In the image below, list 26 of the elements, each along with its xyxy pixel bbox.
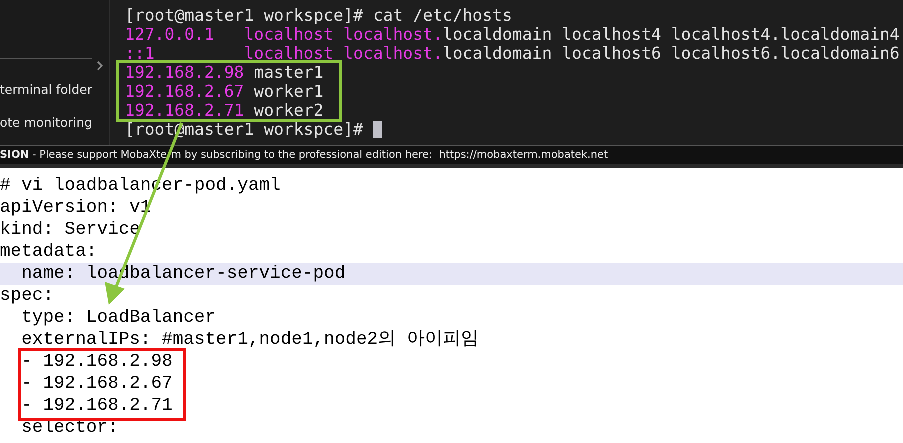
terminal-text: [root@master1 workspce]# cat /etc/hosts bbox=[125, 6, 512, 25]
terminal-text: 127.0.0.1 localhost localhost. bbox=[125, 25, 443, 44]
terminal-text: master1 bbox=[253, 63, 324, 82]
terminal-text: worker2 bbox=[253, 101, 324, 120]
terminal-text: worker1 bbox=[253, 82, 324, 101]
terminal-text: 192.168.2.98 bbox=[125, 63, 244, 82]
code-line: - 192.168.2.67 bbox=[20, 374, 173, 394]
code-line: - 192.168.2.71 bbox=[20, 396, 173, 416]
code-line: - 192.168.2.98 bbox=[20, 352, 173, 372]
terminal-text: 192.168.2.71 bbox=[125, 101, 244, 120]
edition-label: SION bbox=[0, 148, 30, 163]
chevron-right-icon[interactable] bbox=[96, 61, 104, 71]
terminal-text: ::1 localhost localhost. bbox=[125, 44, 443, 63]
status-link[interactable]: https://mobaxterm.mobatek.net bbox=[439, 146, 608, 164]
terminal-text: localdomain localhost4 localhost4.localdomain4 bbox=[442, 25, 900, 44]
code-line: type: LoadBalancer bbox=[20, 308, 216, 328]
sidebar-item[interactable]: ote monitoring bbox=[0, 114, 109, 147]
terminal-cursor bbox=[373, 121, 382, 138]
terminal-text: localdomain localhost6 localhost6.localdomain6 bbox=[442, 44, 900, 63]
code-line: spec: bbox=[0, 286, 54, 306]
code-line: selector: bbox=[20, 418, 119, 438]
sidebar-item[interactable]: terminal folder bbox=[0, 81, 109, 114]
code-line: metadata: bbox=[0, 242, 98, 262]
terminal-text: 192.168.2.67 bbox=[125, 82, 244, 101]
code-line: kind: Service bbox=[0, 220, 140, 240]
code-line: externalIPs: #master1,node1,node2의 아이피임 bbox=[20, 330, 479, 350]
